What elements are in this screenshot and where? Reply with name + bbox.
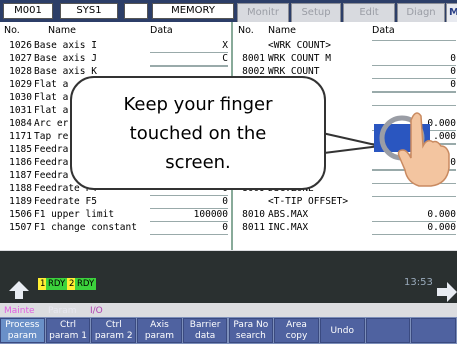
softkey-7[interactable]: Area copy	[274, 318, 319, 343]
tab-mainte[interactable]: Mainte	[446, 3, 457, 22]
tab-diagn[interactable]: Diagn	[397, 3, 445, 22]
softkey-label-line-2: param	[7, 331, 37, 341]
softkey-label-line-2: param 2	[94, 331, 133, 341]
right-parameter-row[interactable]: 8010 ABS.MAX 0.000	[0, 209, 457, 222]
softkey-6[interactable]: Para No search	[228, 318, 274, 343]
nc-screen: M001 SYS1 MEMORY Monitr Setup Edit Diagn…	[0, 0, 457, 344]
parameter-value[interactable]	[372, 92, 456, 93]
softkey-label-line-1: Ctrl	[60, 320, 77, 330]
breadcrumb-param: Param	[48, 306, 77, 316]
pointing-hand-icon	[397, 112, 450, 187]
left-header-name: Name	[48, 25, 77, 36]
softkey-label-line-2: param 1	[49, 331, 87, 341]
rdy-1-status: RDY	[46, 278, 68, 290]
parameter-value[interactable]	[372, 40, 456, 41]
softkey-label-line-1: Ctrl	[105, 320, 122, 330]
rdy-2-status: RDY	[75, 278, 97, 290]
popup-line-2: touched on the	[129, 123, 267, 144]
parameter-value[interactable]: 0	[372, 66, 456, 79]
parameter-number: 8011	[242, 222, 265, 233]
mode-indicator: MEMORY	[152, 3, 234, 19]
softkey-2[interactable]: Ctrl param 1	[45, 318, 91, 343]
parameter-number: 8001	[242, 53, 265, 64]
softkey-label-line-2: search	[235, 331, 266, 341]
program-number: M001	[3, 3, 53, 19]
instruction-popup: Keep your finger touched on the screen.	[70, 76, 326, 190]
tab-setup[interactable]: Setup	[291, 3, 341, 22]
parameter-name: INC.MAX	[268, 222, 309, 233]
next-page-arrow-icon[interactable]	[437, 282, 457, 302]
left-header-data: Data	[150, 25, 173, 36]
tab-monitr[interactable]: Monitr	[237, 3, 289, 22]
parameter-name: <WRK COUNT>	[268, 40, 331, 51]
blank-indicator	[124, 3, 148, 19]
popup-line-3: screen.	[165, 152, 231, 173]
softkey-8[interactable]: Undo	[319, 318, 365, 343]
parameter-name: WRK COUNT M	[268, 53, 331, 64]
parameter-value[interactable]	[372, 196, 456, 197]
parameter-value[interactable]: 0	[372, 53, 456, 66]
home-arrow-icon[interactable]	[8, 280, 30, 300]
left-header-no: No.	[4, 25, 20, 36]
right-header-data: Data	[372, 25, 395, 36]
parameter-number: 8010	[242, 209, 265, 220]
softkey-label-line-1: Area	[286, 320, 307, 330]
parameter-value[interactable]: 0.000	[372, 222, 456, 235]
softkey-label-line-1: Process	[5, 320, 40, 330]
right-parameter-row[interactable]: 8011 INC.MAX 0.000	[0, 222, 457, 235]
softkey-10[interactable]	[411, 318, 456, 343]
parameter-value[interactable]	[372, 105, 456, 106]
right-header-name: Name	[268, 25, 297, 36]
right-header-no: No.	[238, 25, 254, 36]
breadcrumb-mode: Mainte	[4, 306, 35, 316]
softkey-label-line-1: Undo	[330, 326, 354, 336]
parameter-value[interactable]: 0	[372, 79, 456, 92]
softkey-9[interactable]	[365, 318, 411, 343]
parameter-name: ABS.MAX	[268, 209, 309, 220]
softkey-label-line-1: Barrier	[189, 320, 221, 330]
softkey-label-line-2: copy	[285, 331, 308, 341]
clock: 13:53	[404, 277, 433, 288]
right-parameter-row[interactable]: <T-TIP OFFSET>	[0, 196, 457, 209]
softkey-label-line-2: param	[144, 331, 175, 341]
right-parameter-row[interactable]: 8001 WRK COUNT M 0	[0, 53, 457, 66]
parameter-value[interactable]: 0.000	[372, 209, 456, 222]
softkey-4[interactable]: Axis param	[137, 318, 182, 343]
softkey-3[interactable]: Ctrl param 2	[91, 318, 137, 343]
tab-edit[interactable]: Edit	[343, 3, 395, 22]
softkey-5[interactable]: Barrier data	[182, 318, 228, 343]
popup-line-1: Keep your finger	[123, 94, 273, 115]
breadcrumb-io: I/O	[90, 306, 103, 316]
parameter-name: <T-TIP OFFSET>	[268, 196, 349, 207]
softkey-label-line-1: Axis	[150, 320, 169, 330]
status-bar	[0, 251, 457, 303]
system-indicator: SYS1	[60, 3, 118, 19]
softkey-1[interactable]: Process param	[0, 318, 45, 343]
right-parameter-row[interactable]: <WRK COUNT>	[0, 40, 457, 53]
softkey-label-line-1: Para No	[233, 320, 269, 330]
softkey-label-line-2: data	[195, 331, 216, 341]
